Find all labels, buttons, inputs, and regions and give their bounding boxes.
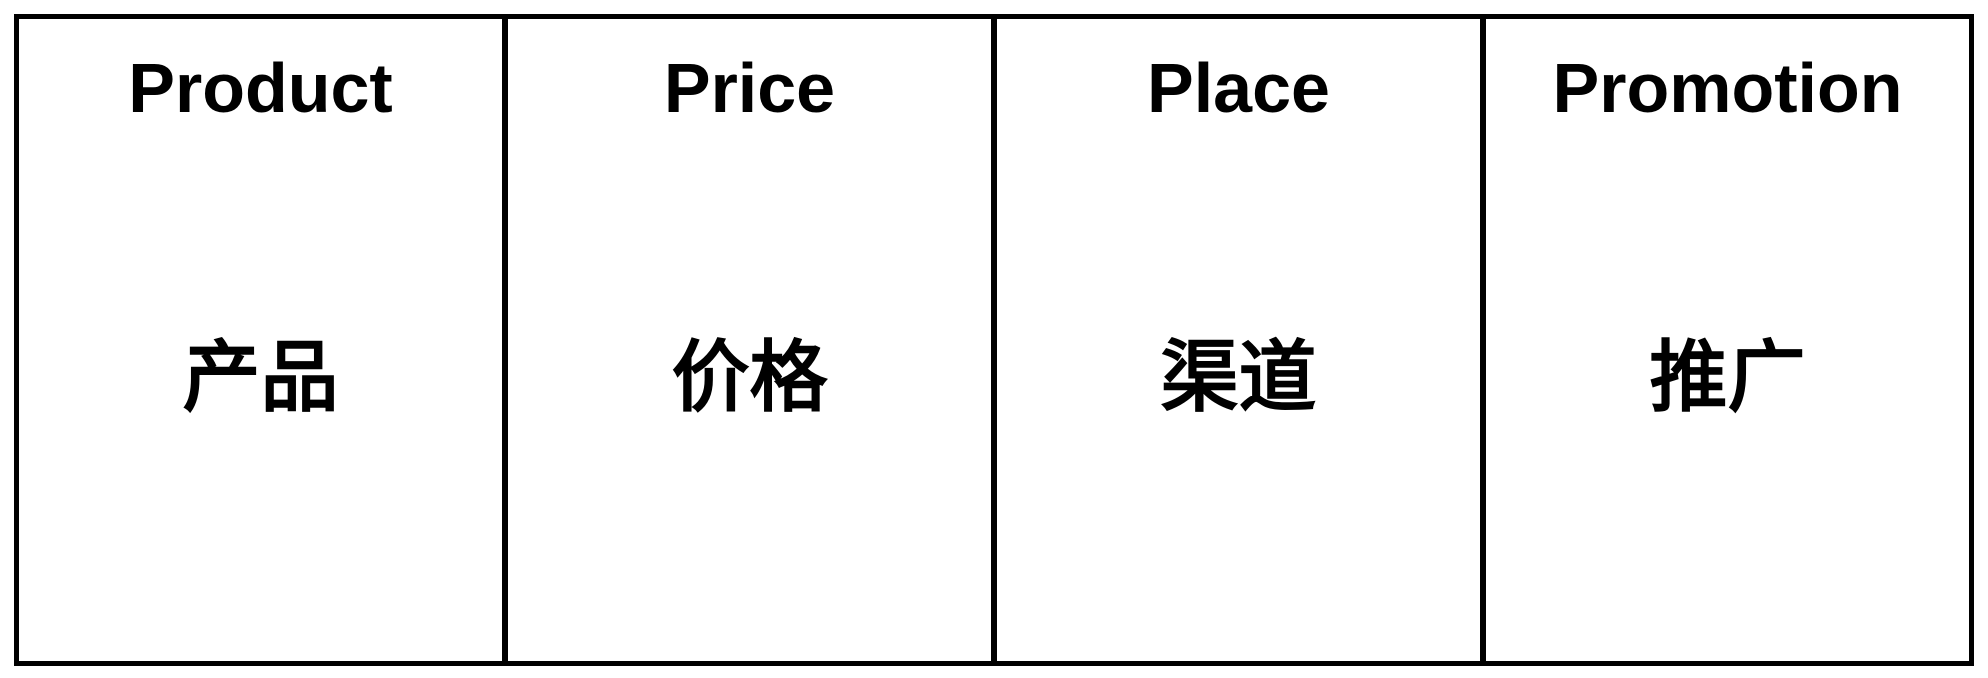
cell-price: Price 价格	[502, 19, 991, 661]
four-p-diagram: Product 产品 Price 价格 Place 渠道 Promotion 推…	[14, 14, 1974, 666]
cell-product-label-zh: 产品	[182, 333, 339, 423]
cell-promotion: Promotion 推广	[1480, 19, 1969, 661]
cell-place: Place 渠道	[991, 19, 1480, 661]
cell-price-label-zh: 价格	[671, 333, 828, 423]
cell-place-label-en: Place	[1147, 49, 1330, 127]
cell-place-label-zh: 渠道	[1160, 333, 1317, 423]
cell-product-label-en: Product	[128, 49, 393, 127]
cell-promotion-label-en: Promotion	[1552, 49, 1903, 127]
cell-promotion-label-zh: 推广	[1649, 333, 1806, 423]
cell-product: Product 产品	[19, 19, 502, 661]
cell-price-label-en: Price	[663, 49, 836, 127]
